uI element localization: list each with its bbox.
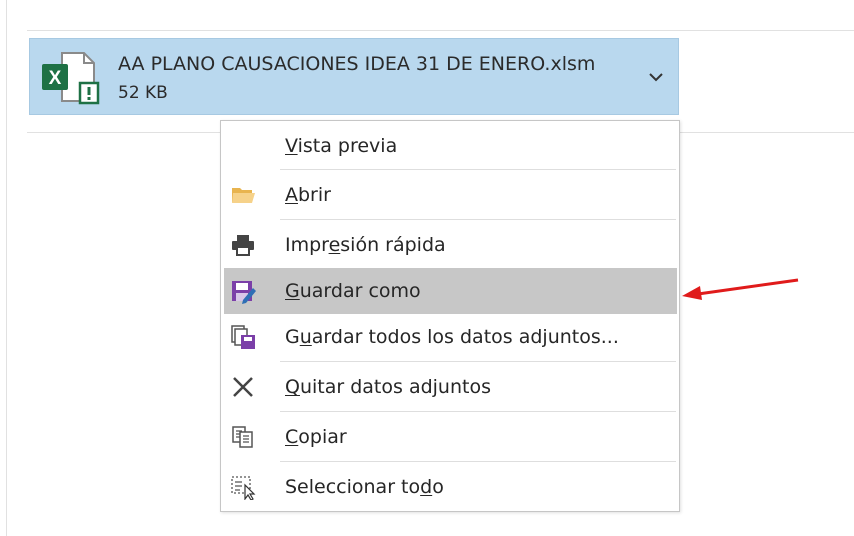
- menu-separator: [280, 361, 676, 362]
- copy-icon: [232, 426, 253, 448]
- menu-item-vista-previa[interactable]: Vista previa: [224, 123, 677, 169]
- menu-item-impresion-rapida[interactable]: Impresión rápida: [224, 222, 677, 268]
- save-all-attachments-icon: [231, 325, 255, 349]
- menu-separator: [280, 219, 676, 220]
- header-divider: [27, 30, 854, 31]
- menu-item-copiar[interactable]: Copiar: [224, 414, 677, 460]
- menu-item-quitar-datos-adjuntos[interactable]: Quitar datos adjuntos: [224, 364, 677, 410]
- menu-item-guardar-todos[interactable]: Guardar todos los datos adjuntos...: [224, 314, 677, 360]
- menu-item-guardar-como[interactable]: Guardar como: [224, 268, 677, 314]
- menu-item-label: Abrir: [285, 184, 331, 206]
- attachment-size: 52 KB: [118, 83, 168, 103]
- menu-item-seleccionar-todo[interactable]: Seleccionar todo: [224, 464, 677, 510]
- menu-separator: [280, 411, 676, 412]
- menu-item-label: Copiar: [285, 426, 347, 448]
- save-as-icon: [232, 281, 256, 304]
- menu-item-abrir[interactable]: Abrir: [224, 172, 677, 218]
- menu-item-label: Vista previa: [285, 135, 398, 157]
- reading-pane-left-border: [6, 0, 7, 536]
- red-annotation-arrow: [682, 278, 799, 300]
- select-all-icon: [231, 476, 256, 500]
- menu-separator: [280, 169, 676, 170]
- menu-item-label: Seleccionar todo: [285, 476, 444, 498]
- printer-icon: [232, 235, 254, 256]
- attachment-tile[interactable]: X AA PLANO CAUSACIONES IDEA 31 DE ENERO.…: [29, 38, 679, 115]
- menu-item-label: Guardar todos los datos adjuntos...: [285, 326, 619, 348]
- folder-icon: [232, 188, 255, 203]
- svg-text:X: X: [49, 68, 62, 89]
- menu-item-label: Guardar como: [285, 280, 421, 302]
- menu-item-label: Impresión rápida: [285, 234, 446, 256]
- excel-macro-file-icon: X: [42, 52, 100, 105]
- attachment-filename: AA PLANO CAUSACIONES IDEA 31 DE ENERO.xl…: [118, 53, 596, 75]
- remove-x-icon: [233, 377, 253, 397]
- menu-separator: [280, 461, 676, 462]
- attachment-context-menu: Vista previa Abrir Impresión rápida Guar…: [220, 120, 680, 512]
- chevron-down-icon[interactable]: [646, 67, 666, 87]
- menu-item-label: Quitar datos adjuntos: [285, 376, 491, 398]
